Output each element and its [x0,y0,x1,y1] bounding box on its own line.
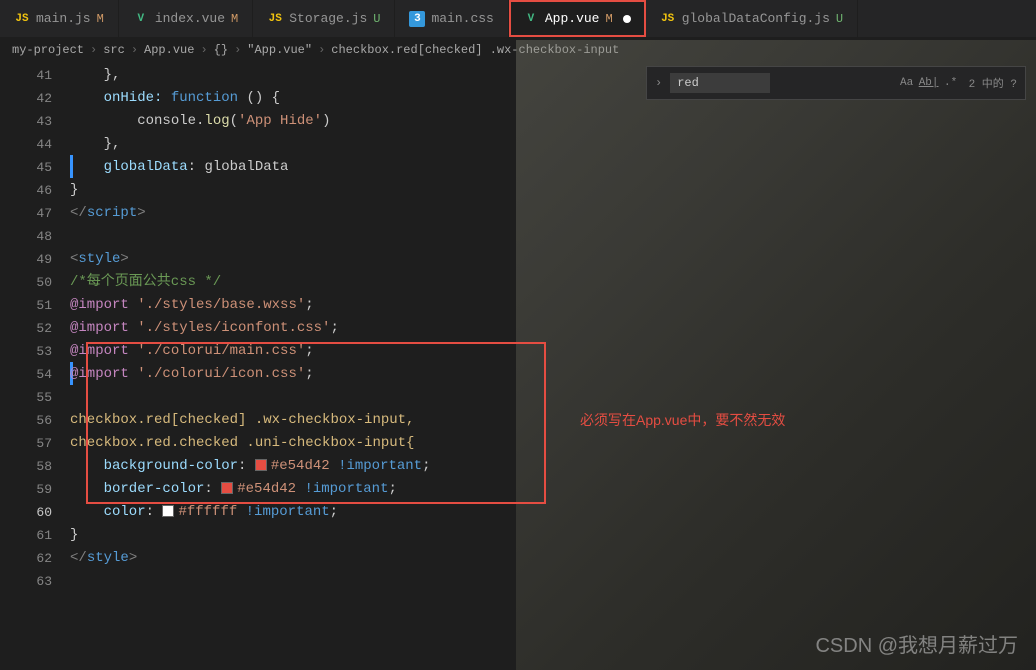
line-number: 44 [0,133,52,156]
line-number: 57 [0,432,52,455]
color-swatch-icon [162,505,174,517]
line-number: 43 [0,110,52,133]
code-area[interactable]: }, onHide: function () { console.log('Ap… [70,62,1036,670]
tab-label: main.css [431,11,493,26]
line-number: 56 [0,409,52,432]
line-number: 51 [0,294,52,317]
line-number: 50 [0,271,52,294]
line-number: 52 [0,317,52,340]
breadcrumb-item[interactable]: src [103,43,125,57]
breadcrumb-item[interactable]: my-project [12,43,84,57]
breadcrumb[interactable]: my-project › src › App.vue › {} › "App.vue" › chec… [0,38,1036,62]
tab-label: main.js [36,11,91,26]
editor[interactable]: 4142434445464748495051525354555657585960… [0,62,1036,670]
line-number: 49 [0,248,52,271]
tab-globalDataConfig-js[interactable]: JS globalDataConfig.js U [646,0,858,37]
color-swatch-icon [255,459,267,471]
tab-App-vue[interactable]: V App.vue M [509,0,646,37]
file-icon: V [133,11,149,27]
line-number: 62 [0,547,52,570]
file-icon: JS [267,11,283,27]
line-number: 46 [0,179,52,202]
tab-label: Storage.js [289,11,367,26]
line-number: 61 [0,524,52,547]
chevron-right-icon: › [318,43,325,57]
line-number: 59 [0,478,52,501]
chevron-right-icon: › [131,43,138,57]
line-number: 60 [0,501,52,524]
tab-label: index.vue [155,11,225,26]
tab-label: globalDataConfig.js [682,11,830,26]
watermark: CSDN @我想月薪过万 [815,629,1018,658]
chevron-right-icon: › [90,43,97,57]
tab-index-vue[interactable]: Vindex.vue M [119,0,253,37]
line-number: 47 [0,202,52,225]
file-icon: 3 [409,11,425,27]
chevron-right-icon: › [200,43,207,57]
line-number: 53 [0,340,52,363]
vcs-status: M [97,12,104,26]
tab-main-css[interactable]: 3 main.css [395,0,508,37]
annotation-text: 必须写在App.vue中，要不然无效 [580,410,785,430]
line-number: 45 [0,156,52,179]
vcs-status: M [605,12,612,26]
tab-Storage-js[interactable]: JS Storage.js U [253,0,395,37]
breadcrumb-item[interactable]: App.vue [144,43,194,57]
line-number: 55 [0,386,52,409]
dirty-indicator-icon [623,15,631,23]
vcs-status: U [373,12,380,26]
chevron-right-icon: › [234,43,241,57]
file-icon: JS [14,11,30,27]
line-number: 54 [0,363,52,386]
file-icon: JS [660,11,676,27]
line-gutter: 4142434445464748495051525354555657585960… [0,62,70,670]
tab-label: App.vue [545,11,600,26]
color-swatch-icon [221,482,233,494]
file-icon: V [523,11,539,27]
line-number: 63 [0,570,52,593]
tab-bar: JS main.js M Vindex.vue M JS Storage.js U 3 main.… [0,0,1036,38]
line-number: 42 [0,87,52,110]
vcs-status: U [836,12,843,26]
line-number: 58 [0,455,52,478]
breadcrumb-item[interactable]: {} [214,43,228,57]
vcs-status: M [231,12,238,26]
breadcrumb-item[interactable]: "App.vue" [247,43,312,57]
line-number: 41 [0,64,52,87]
tab-main-js[interactable]: JS main.js M [0,0,119,37]
line-number: 48 [0,225,52,248]
breadcrumb-item[interactable]: checkbox.red[checked] .wx-checkbox-input [331,43,619,57]
